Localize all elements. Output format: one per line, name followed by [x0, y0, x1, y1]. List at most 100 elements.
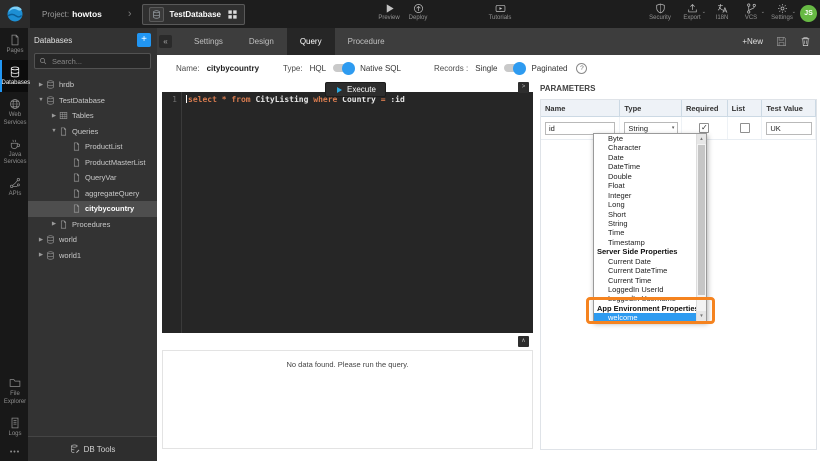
- rail-item-apis[interactable]: APIs: [0, 171, 28, 203]
- tree-item-queries[interactable]: ▼Queries: [28, 124, 157, 140]
- tab-settings[interactable]: Settings: [181, 28, 236, 55]
- grid-icon[interactable]: [227, 9, 238, 20]
- list-checkbox[interactable]: [740, 123, 750, 133]
- scrollbar-thumb[interactable]: [698, 145, 705, 295]
- tree-collapsed-arrow-icon[interactable]: ▶: [36, 237, 46, 243]
- dropdown-option-time[interactable]: Time: [594, 228, 696, 237]
- chevron-down-icon: ▾: [672, 125, 675, 131]
- tree-item-world1[interactable]: ▶world1: [28, 248, 157, 264]
- tree-expanded-arrow-icon[interactable]: ▼: [49, 128, 59, 134]
- app-logo[interactable]: [0, 0, 30, 28]
- tree-item-productmasterlist[interactable]: ProductMasterList: [28, 155, 157, 171]
- rail-item-file-explorer[interactable]: File Explorer: [0, 371, 28, 410]
- tab-query[interactable]: Query: [287, 28, 335, 55]
- action-label: VCS: [745, 15, 757, 21]
- tree-item-hrdb[interactable]: ▶hrdb: [28, 77, 157, 93]
- settings-button[interactable]: ⌄Settings: [762, 3, 802, 21]
- tree-item-world[interactable]: ▶world: [28, 232, 157, 248]
- tab-design[interactable]: Design: [236, 28, 287, 55]
- delete-icon[interactable]: [800, 36, 811, 47]
- db-tools-button[interactable]: DB Tools: [28, 436, 157, 461]
- dropdown-option-byte[interactable]: Byte: [594, 134, 696, 143]
- tree-item-productlist[interactable]: ProductList: [28, 139, 157, 155]
- vcs-icon: [746, 3, 757, 14]
- type-toggle[interactable]: [333, 64, 353, 72]
- tab-procedure[interactable]: Procedure: [335, 28, 398, 55]
- dropdown-option-loggedin-username[interactable]: LoggedIn Username: [594, 294, 696, 303]
- rail-item-logs[interactable]: Logs: [0, 411, 28, 443]
- rail-item-java-services[interactable]: Java Services: [0, 132, 28, 171]
- new-query-button[interactable]: +New: [742, 37, 763, 46]
- database-badge: [149, 7, 164, 22]
- tree-item-testdatabase[interactable]: ▼ TestDatabase: [28, 93, 157, 109]
- rail-item-item[interactable]: •••: [0, 443, 28, 461]
- tree-item-label: TestDatabase: [59, 96, 105, 105]
- rail-item-label: APIs: [2, 191, 29, 198]
- type-option-nativesql[interactable]: Native SQL: [360, 64, 401, 73]
- tree-collapsed-arrow-icon[interactable]: ▶: [36, 252, 46, 258]
- sql-token: select: [188, 95, 222, 104]
- dropdown-option-datetime[interactable]: DateTime: [594, 162, 696, 171]
- dropdown-option-double[interactable]: Double: [594, 172, 696, 181]
- dropdown-option-character[interactable]: Character: [594, 143, 696, 152]
- scroll-up-icon[interactable]: ▲: [697, 134, 706, 144]
- type-option-hql[interactable]: HQL: [310, 64, 326, 73]
- tree-collapsed-arrow-icon[interactable]: ▶: [49, 113, 59, 119]
- tree-item-citybycountry[interactable]: citybycountry: [28, 201, 157, 217]
- rail-item-web-services[interactable]: Web Services: [0, 92, 28, 131]
- shield-icon: [655, 3, 666, 14]
- rail-item-pages[interactable]: Pages: [0, 28, 28, 60]
- tab-testdatabase[interactable]: TestDatabase: [142, 4, 245, 25]
- dropdown-option-float[interactable]: Float: [594, 181, 696, 190]
- dropdown-option-current-datetime[interactable]: Current DateTime: [594, 266, 696, 275]
- test-value-input[interactable]: [766, 122, 812, 135]
- collapse-panel-button[interactable]: «: [159, 35, 172, 48]
- search-box[interactable]: [34, 53, 151, 69]
- required-checkbox[interactable]: ✓: [699, 123, 709, 133]
- add-database-button[interactable]: +: [137, 33, 151, 47]
- records-option-paginated[interactable]: Paginated: [531, 64, 567, 73]
- records-toggle[interactable]: [504, 64, 524, 72]
- tree-collapsed-arrow-icon[interactable]: ▶: [49, 221, 59, 227]
- db-tools-label: DB Tools: [84, 445, 116, 454]
- help-icon[interactable]: ?: [576, 63, 587, 74]
- tree-expanded-arrow-icon[interactable]: ▼: [36, 97, 46, 103]
- tree-item-tables[interactable]: ▶Tables: [28, 108, 157, 124]
- dropdown-option-date[interactable]: Date: [594, 153, 696, 162]
- scroll-down-icon[interactable]: ▼: [697, 311, 706, 321]
- tree-item-procedures[interactable]: ▶Procedures: [28, 217, 157, 233]
- file-icon: [72, 204, 81, 213]
- dropdown-option-current-time[interactable]: Current Time: [594, 276, 696, 285]
- dropdown-option-timestamp[interactable]: Timestamp: [594, 238, 696, 247]
- breadcrumb: Project:howtos: [42, 9, 102, 19]
- sql-code-line: select * from CityListing where Country …: [182, 92, 405, 333]
- dropdown-option-string[interactable]: String: [594, 219, 696, 228]
- dropdown-option-integer[interactable]: Integer: [594, 191, 696, 200]
- tree-collapsed-arrow-icon[interactable]: ▶: [36, 82, 46, 88]
- dropdown-option-welcome[interactable]: welcome: [594, 313, 696, 321]
- type-dropdown: ByteCharacterDateDateTimeDoubleFloatInte…: [593, 133, 707, 322]
- dropdown-scrollbar[interactable]: ▲ ▼: [696, 134, 706, 321]
- tree-item-aggregatequery[interactable]: aggregateQuery: [28, 186, 157, 202]
- action-label: Preview: [378, 15, 399, 21]
- save-icon[interactable]: [776, 36, 787, 47]
- selected-type: String: [628, 124, 648, 133]
- user-avatar[interactable]: JS: [800, 5, 817, 22]
- dropdown-option-current-date[interactable]: Current Date: [594, 257, 696, 266]
- sql-editor[interactable]: 1 select * from CityListing where Countr…: [162, 92, 533, 333]
- dropdown-option-loggedin-userid[interactable]: LoggedIn UserId: [594, 285, 696, 294]
- expand-params-button[interactable]: >: [518, 82, 529, 93]
- search-input[interactable]: [50, 56, 146, 67]
- tree-item-queryvar[interactable]: QueryVar: [28, 170, 157, 186]
- tab-bar-actions: +New: [742, 28, 820, 55]
- records-option-single[interactable]: Single: [475, 64, 497, 73]
- deploy-button[interactable]: Deploy: [398, 3, 438, 21]
- collapse-editor-button[interactable]: ∧: [518, 336, 529, 347]
- file-icon: [72, 173, 81, 182]
- dropdown-option-short[interactable]: Short: [594, 210, 696, 219]
- rail-item-databases[interactable]: Databases: [0, 60, 28, 92]
- tutorials-button[interactable]: Tutorials: [480, 3, 520, 21]
- execute-button[interactable]: Execute: [325, 82, 386, 97]
- dots-icon: •••: [10, 449, 20, 456]
- dropdown-option-long[interactable]: Long: [594, 200, 696, 209]
